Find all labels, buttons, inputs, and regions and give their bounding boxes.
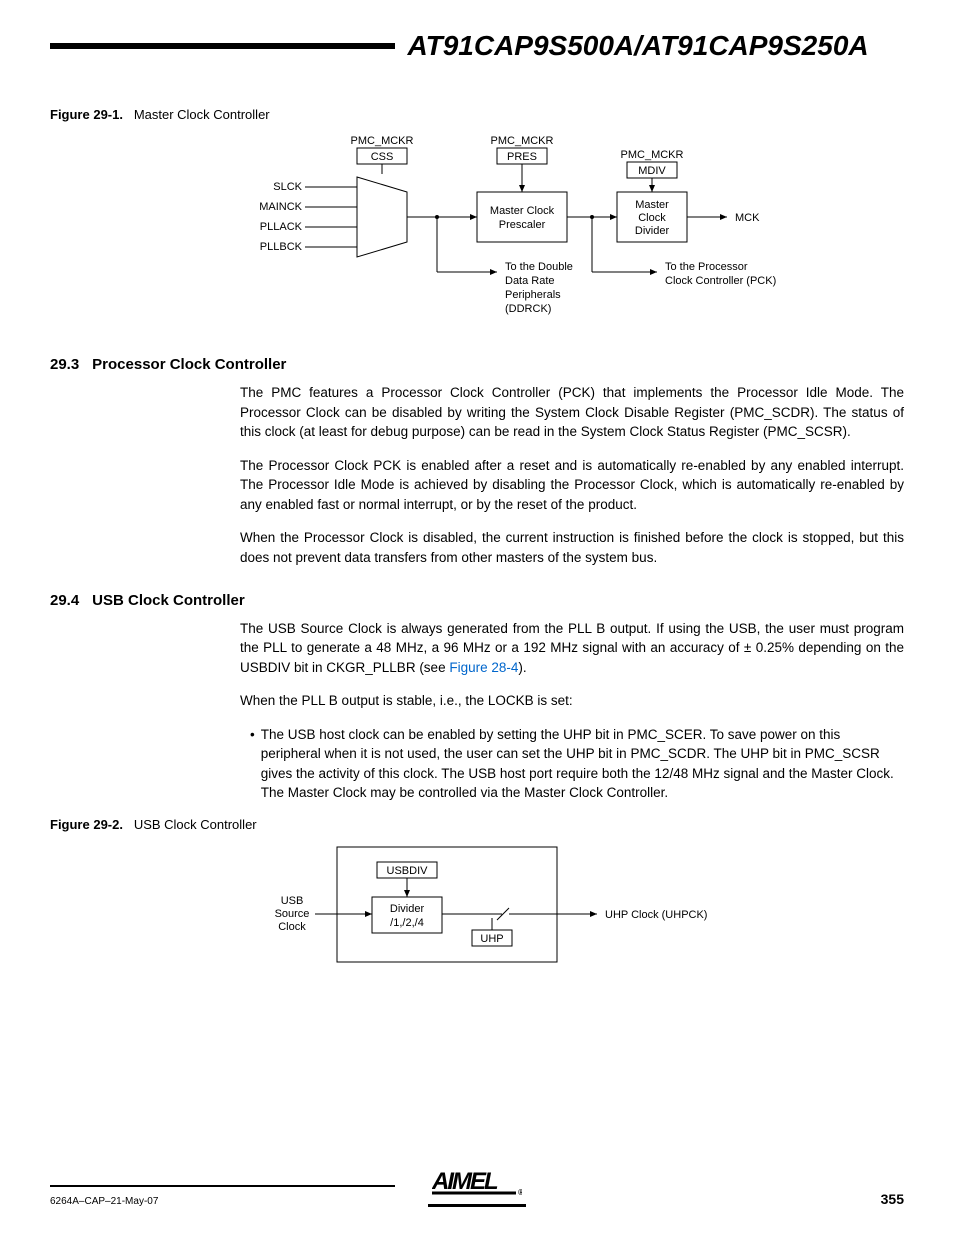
svg-text:Data Rate: Data Rate bbox=[505, 275, 555, 287]
figure-2-title: USB Clock Controller bbox=[134, 817, 257, 832]
svg-text:MDIV: MDIV bbox=[638, 165, 666, 177]
svg-text:PMC_MCKR: PMC_MCKR bbox=[351, 135, 414, 147]
figure-1-number: Figure 29-1. bbox=[50, 107, 123, 122]
svg-text:(DDRCK): (DDRCK) bbox=[505, 303, 551, 315]
figure-1-diagram: PMC_MCKR CSS PMC_MCKR PRES PMC_MCKR MDIV… bbox=[127, 132, 827, 332]
section-293-p3: When the Processor Clock is disabled, th… bbox=[240, 528, 904, 567]
section-294-number: 29.4 bbox=[50, 592, 88, 609]
section-293-p1: The PMC features a Processor Clock Contr… bbox=[240, 383, 904, 442]
doc-header: AT91CAP9S500A/AT91CAP9S250A bbox=[50, 30, 904, 62]
svg-text:AIMEL: AIMEL bbox=[432, 1168, 498, 1195]
svg-text:Master Clock: Master Clock bbox=[490, 205, 555, 217]
svg-text:PMC_MCKR: PMC_MCKR bbox=[491, 135, 554, 147]
svg-text:USB: USB bbox=[281, 895, 304, 907]
section-294-p2: When the PLL B output is stable, i.e., t… bbox=[240, 691, 904, 711]
section-294-bullet1: • The USB host clock can be enabled by s… bbox=[250, 725, 904, 803]
svg-text:CSS: CSS bbox=[371, 151, 394, 163]
section-294-p1: The USB Source Clock is always generated… bbox=[240, 619, 904, 678]
svg-text:Clock Controller (PCK): Clock Controller (PCK) bbox=[665, 275, 776, 287]
svg-text:Master: Master bbox=[635, 199, 669, 211]
svg-text:Clock: Clock bbox=[278, 921, 306, 933]
svg-text:UHP: UHP bbox=[480, 933, 503, 945]
svg-text:PLLBCK: PLLBCK bbox=[260, 241, 303, 253]
svg-text:PMC_MCKR: PMC_MCKR bbox=[621, 149, 684, 161]
figure-2-caption: Figure 29-2. USB Clock Controller bbox=[50, 817, 904, 832]
section-294-heading: 29.4 USB Clock Controller bbox=[50, 592, 904, 609]
section-294-p1b: ). bbox=[518, 660, 526, 675]
atmel-logo: AIMEL ® bbox=[428, 1165, 526, 1207]
doc-title: AT91CAP9S500A/AT91CAP9S250A bbox=[407, 30, 868, 62]
svg-text:Divider: Divider bbox=[635, 225, 670, 237]
page-footer: 6264A–CAP–21-May-07 AIMEL ® 355 bbox=[50, 1157, 904, 1207]
section-294-p1a: The USB Source Clock is always generated… bbox=[240, 621, 904, 675]
bullet-text: The USB host clock can be enabled by set… bbox=[261, 725, 904, 803]
svg-text:/1,/2,/4: /1,/2,/4 bbox=[390, 917, 424, 929]
page-number: 355 bbox=[881, 1191, 904, 1207]
svg-text:MAINCK: MAINCK bbox=[259, 201, 302, 213]
svg-text:Prescaler: Prescaler bbox=[499, 219, 546, 231]
svg-text:PRES: PRES bbox=[507, 151, 537, 163]
svg-text:SLCK: SLCK bbox=[273, 181, 302, 193]
header-rule bbox=[50, 43, 395, 49]
svg-text:Peripherals: Peripherals bbox=[505, 289, 561, 301]
svg-text:MCK: MCK bbox=[735, 212, 760, 224]
svg-text:Source: Source bbox=[275, 908, 310, 920]
section-294-title: USB Clock Controller bbox=[92, 592, 245, 609]
section-293-number: 29.3 bbox=[50, 356, 88, 373]
footer-docnum: 6264A–CAP–21-May-07 bbox=[50, 1196, 158, 1207]
figure-1-title: Master Clock Controller bbox=[134, 107, 270, 122]
svg-text:To the Double: To the Double bbox=[505, 261, 573, 273]
svg-text:UHP Clock (UHPCK): UHP Clock (UHPCK) bbox=[605, 909, 707, 921]
figure-2-number: Figure 29-2. bbox=[50, 817, 123, 832]
figure-1-caption: Figure 29-1. Master Clock Controller bbox=[50, 107, 904, 122]
figure-2-diagram: USBDIV USB Source Clock Divider /1,/2,/4… bbox=[197, 842, 757, 972]
svg-text:To the Processor: To the Processor bbox=[665, 261, 748, 273]
bullet-icon: • bbox=[250, 725, 255, 803]
section-293-p2: The Processor Clock PCK is enabled after… bbox=[240, 456, 904, 515]
svg-text:Divider: Divider bbox=[390, 903, 425, 915]
section-293-title: Processor Clock Controller bbox=[92, 356, 286, 373]
svg-text:USBDIV: USBDIV bbox=[387, 865, 429, 877]
svg-text:®: ® bbox=[518, 1188, 522, 1195]
figure-28-4-link[interactable]: Figure 28-4 bbox=[449, 660, 518, 675]
section-293-heading: 29.3 Processor Clock Controller bbox=[50, 356, 904, 373]
svg-text:PLLACK: PLLACK bbox=[260, 221, 303, 233]
svg-text:Clock: Clock bbox=[638, 212, 666, 224]
